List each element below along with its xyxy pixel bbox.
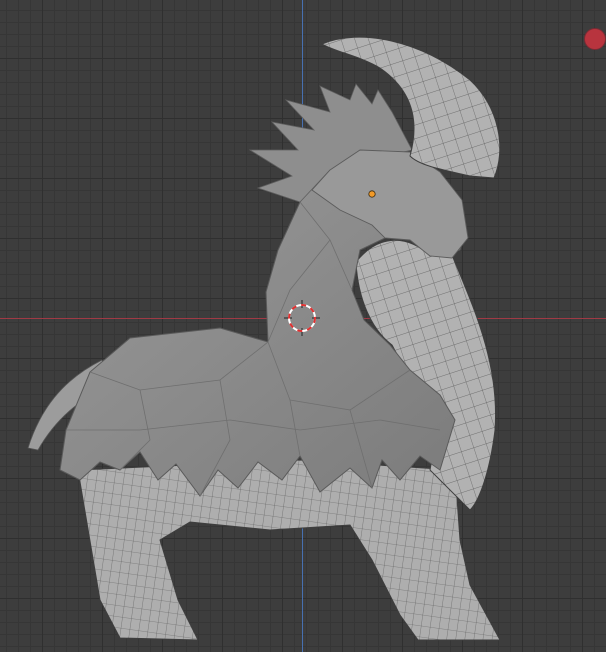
goat-model[interactable] — [27, 36, 501, 641]
model-legs-mesh — [77, 459, 501, 641]
3d-viewport[interactable] — [0, 0, 606, 652]
scene-canvas[interactable] — [0, 0, 606, 652]
origin-icon[interactable] — [368, 190, 376, 198]
record-icon[interactable] — [584, 28, 606, 50]
